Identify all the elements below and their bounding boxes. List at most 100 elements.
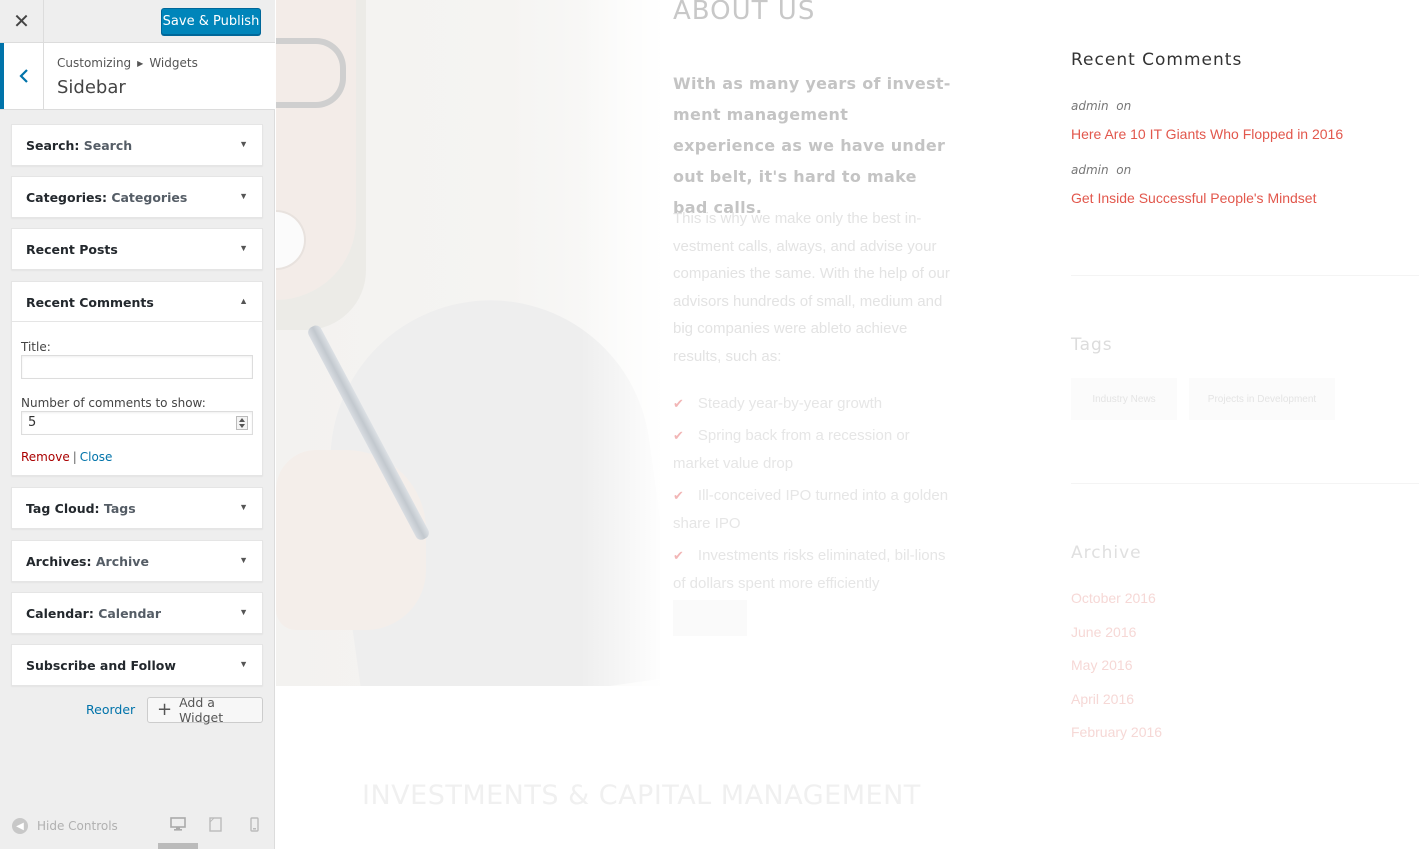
widget-header[interactable]: Categories: Categories ▼ bbox=[12, 177, 262, 217]
archive-link[interactable]: February 2016 bbox=[1071, 724, 1162, 740]
reorder-link[interactable]: Reorder bbox=[86, 702, 135, 717]
count-number-input[interactable]: 5 bbox=[21, 411, 253, 435]
widget-type: Calendar bbox=[26, 606, 89, 621]
widget-type: Recent Posts bbox=[26, 242, 118, 257]
collapse-arrow-icon[interactable]: ▲ bbox=[239, 296, 248, 306]
widget-header[interactable]: Archives: Archive ▼ bbox=[12, 541, 262, 581]
expand-arrow-icon[interactable]: ▼ bbox=[239, 555, 248, 565]
widget-actions: Remove | Close bbox=[21, 450, 112, 464]
expand-arrow-icon[interactable]: ▼ bbox=[239, 191, 248, 201]
remove-widget-link[interactable]: Remove bbox=[21, 450, 70, 464]
widget-tag-cloud[interactable]: Tag Cloud: Tags ▼ bbox=[11, 487, 263, 529]
expand-arrow-icon[interactable]: ▼ bbox=[239, 607, 248, 617]
tag-pill[interactable]: Projects in Development bbox=[1189, 378, 1335, 420]
about-results-list: ✔ Steady year-by-year growth ✔ Spring back… bbox=[673, 390, 958, 602]
plus-icon: + bbox=[157, 699, 173, 720]
checkmark-icon: ✔ bbox=[673, 396, 684, 411]
section-header: Customizing ▶ Widgets Sidebar bbox=[0, 43, 275, 110]
mobile-preview-icon[interactable] bbox=[250, 817, 259, 832]
list-item: ✔ Steady year-by-year growth bbox=[673, 390, 958, 418]
about-lead-text: With as many years of invest-ment manage… bbox=[673, 74, 951, 217]
breadcrumb-current: Widgets bbox=[149, 56, 198, 70]
archive-link[interactable]: June 2016 bbox=[1071, 624, 1136, 640]
section-title: Sidebar bbox=[57, 77, 126, 98]
widget-title: Archive bbox=[95, 554, 149, 569]
customizer-footer: ◀ Hide Controls bbox=[0, 805, 275, 849]
widget-recent-comments[interactable]: Recent Comments ▲ Title: Number of comme… bbox=[11, 281, 263, 476]
tags-heading: Tags bbox=[1071, 335, 1113, 355]
expand-arrow-icon[interactable]: ▼ bbox=[239, 659, 248, 669]
about-cta-button[interactable] bbox=[673, 600, 747, 636]
site-preview: ABOUT US With as many years of invest-me… bbox=[276, 0, 1419, 849]
archive-link[interactable]: October 2016 bbox=[1071, 590, 1156, 606]
widget-recent-posts[interactable]: Recent Posts ▼ bbox=[11, 228, 263, 270]
save-publish-button[interactable]: Save & Publish bbox=[161, 8, 261, 35]
customizer-header: ✕ Save & Publish bbox=[0, 0, 275, 43]
count-value: 5 bbox=[28, 415, 37, 430]
comment-post-link[interactable]: Get Inside Successful People's Mindset bbox=[1071, 190, 1316, 206]
widget-search[interactable]: Search: Search ▼ bbox=[11, 124, 263, 166]
tablet-preview-icon[interactable] bbox=[209, 817, 222, 832]
count-label: Number of comments to show: bbox=[21, 396, 206, 410]
breadcrumb-separator-icon: ▶ bbox=[137, 59, 144, 68]
widget-title: Tags bbox=[103, 501, 136, 516]
comment-on: on bbox=[1116, 99, 1132, 113]
list-item-text: Ill-conceived IPO turned into a golden s… bbox=[673, 487, 949, 532]
comment-author: admin bbox=[1071, 163, 1109, 177]
about-heading: ABOUT US bbox=[673, 0, 816, 26]
back-button[interactable] bbox=[0, 43, 44, 109]
checkmark-icon: ✔ bbox=[673, 428, 684, 443]
widget-type: Search bbox=[26, 138, 75, 153]
breadcrumb: Customizing ▶ Widgets bbox=[57, 56, 198, 70]
close-icon: ✕ bbox=[13, 11, 30, 33]
widget-type: Categories bbox=[26, 190, 102, 205]
comment-meta: admin on bbox=[1071, 163, 1131, 177]
hide-controls-label: Hide Controls bbox=[37, 819, 118, 833]
chevron-left-icon bbox=[18, 69, 28, 83]
archive-link[interactable]: May 2016 bbox=[1071, 657, 1132, 673]
list-item: ✔ Ill-conceived IPO turned into a golden … bbox=[673, 482, 958, 538]
widget-divider bbox=[1071, 483, 1419, 484]
widget-calendar[interactable]: Calendar: Calendar ▼ bbox=[11, 592, 263, 634]
breadcrumb-root: Customizing bbox=[57, 56, 132, 70]
widget-type: Subscribe and Follow bbox=[26, 658, 176, 673]
close-customizer-button[interactable]: ✕ bbox=[0, 0, 44, 43]
list-item-text: Spring back from a recession or market v… bbox=[673, 427, 910, 472]
widget-header[interactable]: Recent Posts ▼ bbox=[12, 229, 262, 269]
comment-author: admin bbox=[1071, 99, 1109, 113]
comment-post-link[interactable]: Here Are 10 IT Giants Who Flopped in 201… bbox=[1071, 126, 1343, 142]
widget-header[interactable]: Recent Comments ▲ bbox=[12, 282, 262, 322]
expand-arrow-icon[interactable]: ▼ bbox=[239, 502, 248, 512]
checkmark-icon: ✔ bbox=[673, 548, 684, 563]
list-item: ✔ Investments risks eliminated, bil-lions… bbox=[673, 542, 958, 598]
widget-header[interactable]: Subscribe and Follow ▼ bbox=[12, 645, 262, 685]
widget-header[interactable]: Search: Search ▼ bbox=[12, 125, 262, 165]
widget-type: Recent Comments bbox=[26, 295, 154, 310]
title-input[interactable] bbox=[21, 355, 253, 379]
list-item-text: Investments risks eliminated, bil-lions … bbox=[673, 547, 946, 592]
comment-on: on bbox=[1116, 163, 1132, 177]
widget-title: Calendar bbox=[98, 606, 162, 621]
desktop-preview-icon[interactable] bbox=[170, 817, 186, 832]
widget-categories[interactable]: Categories: Categories ▼ bbox=[11, 176, 263, 218]
archive-link[interactable]: April 2016 bbox=[1071, 691, 1134, 707]
tag-pill[interactable]: Industry News bbox=[1071, 378, 1177, 420]
list-item-text: Steady year-by-year growth bbox=[697, 395, 883, 412]
active-device-indicator bbox=[158, 843, 198, 849]
about-body-text: This is why we make only the best in-ves… bbox=[673, 210, 950, 365]
close-widget-link[interactable]: Close bbox=[80, 450, 113, 464]
title-label: Title: bbox=[21, 340, 51, 354]
number-spinner-icon[interactable] bbox=[236, 416, 248, 430]
widget-header[interactable]: Calendar: Calendar ▼ bbox=[12, 593, 262, 633]
customizer-sidebar: ✕ Save & Publish Customizing ▶ Widgets Sid… bbox=[0, 0, 275, 849]
widget-subscribe-follow[interactable]: Subscribe and Follow ▼ bbox=[11, 644, 263, 686]
expand-arrow-icon[interactable]: ▼ bbox=[239, 139, 248, 149]
collapse-arrow-circle-icon: ◀ bbox=[12, 818, 28, 834]
widget-header[interactable]: Tag Cloud: Tags ▼ bbox=[12, 488, 262, 528]
actions-separator: | bbox=[72, 450, 77, 464]
hide-controls-button[interactable]: ◀ Hide Controls bbox=[12, 818, 118, 834]
list-item: ✔ Spring back from a recession or market … bbox=[673, 422, 958, 478]
add-widget-button[interactable]: + Add a Widget bbox=[147, 695, 263, 725]
widget-archives[interactable]: Archives: Archive ▼ bbox=[11, 540, 263, 582]
expand-arrow-icon[interactable]: ▼ bbox=[239, 243, 248, 253]
